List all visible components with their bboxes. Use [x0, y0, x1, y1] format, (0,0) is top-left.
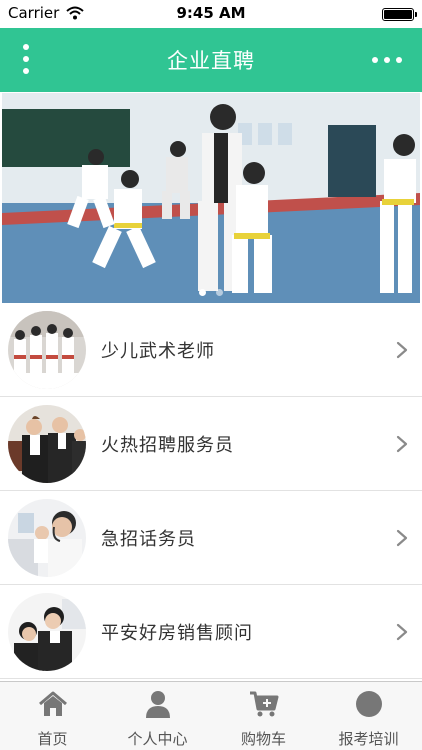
- list-item[interactable]: 平安好房销售顾问: [0, 585, 422, 679]
- chevron-right-icon: [396, 341, 408, 359]
- sales-consultant-photo: [8, 593, 86, 671]
- chevron-right-icon: [396, 435, 408, 453]
- job-title: 少儿武术老师: [101, 341, 215, 362]
- kids-martial-arts-photo: [8, 311, 86, 389]
- person-icon: [146, 691, 170, 718]
- horizontal-dots-icon[interactable]: [370, 50, 404, 70]
- call-center-photo: [8, 499, 86, 577]
- chevron-right-icon: [396, 623, 408, 641]
- tab-label: 个人中心: [127, 730, 188, 748]
- tab-home[interactable]: 首页: [0, 682, 105, 750]
- app-header: 企业直聘: [0, 28, 422, 92]
- circle-icon: [356, 691, 382, 717]
- chevron-right-icon: [396, 529, 408, 547]
- tab-training[interactable]: 报考培训: [316, 682, 421, 750]
- clock: 9:45 AM: [176, 4, 246, 22]
- cart-icon: [250, 691, 279, 717]
- tab-label: 报考培训: [338, 730, 399, 748]
- page-title: 企业直聘: [167, 49, 255, 73]
- list-item[interactable]: 急招话务员: [0, 491, 422, 585]
- carousel-pager[interactable]: [2, 281, 420, 296]
- battery-icon: [382, 8, 417, 21]
- tab-bar: 首页 个人中心 购物车 报考培训: [0, 681, 422, 750]
- banner-carousel[interactable]: [2, 93, 420, 303]
- status-bar: Carrier 9:45 AM: [0, 0, 422, 28]
- job-title: 平安好房销售顾问: [101, 623, 253, 644]
- job-title: 火热招聘服务员: [101, 435, 234, 456]
- list-item[interactable]: 少儿武术老师: [0, 303, 422, 397]
- tab-profile[interactable]: 个人中心: [105, 682, 210, 750]
- job-title: 急招话务员: [101, 529, 196, 550]
- banner-image: [2, 93, 420, 303]
- pager-dot[interactable]: [216, 289, 223, 296]
- pager-dot-active[interactable]: [199, 289, 206, 296]
- waiters-photo: [8, 405, 86, 483]
- tab-label: 购物车: [240, 730, 286, 748]
- tab-cart[interactable]: 购物车: [211, 682, 316, 750]
- home-icon: [39, 691, 67, 716]
- tab-label: 首页: [37, 730, 68, 748]
- job-list: 少儿武术老师 火热招聘服务员 急招话务员 平安好房销售顾问: [0, 303, 422, 679]
- list-item[interactable]: 火热招聘服务员: [0, 397, 422, 491]
